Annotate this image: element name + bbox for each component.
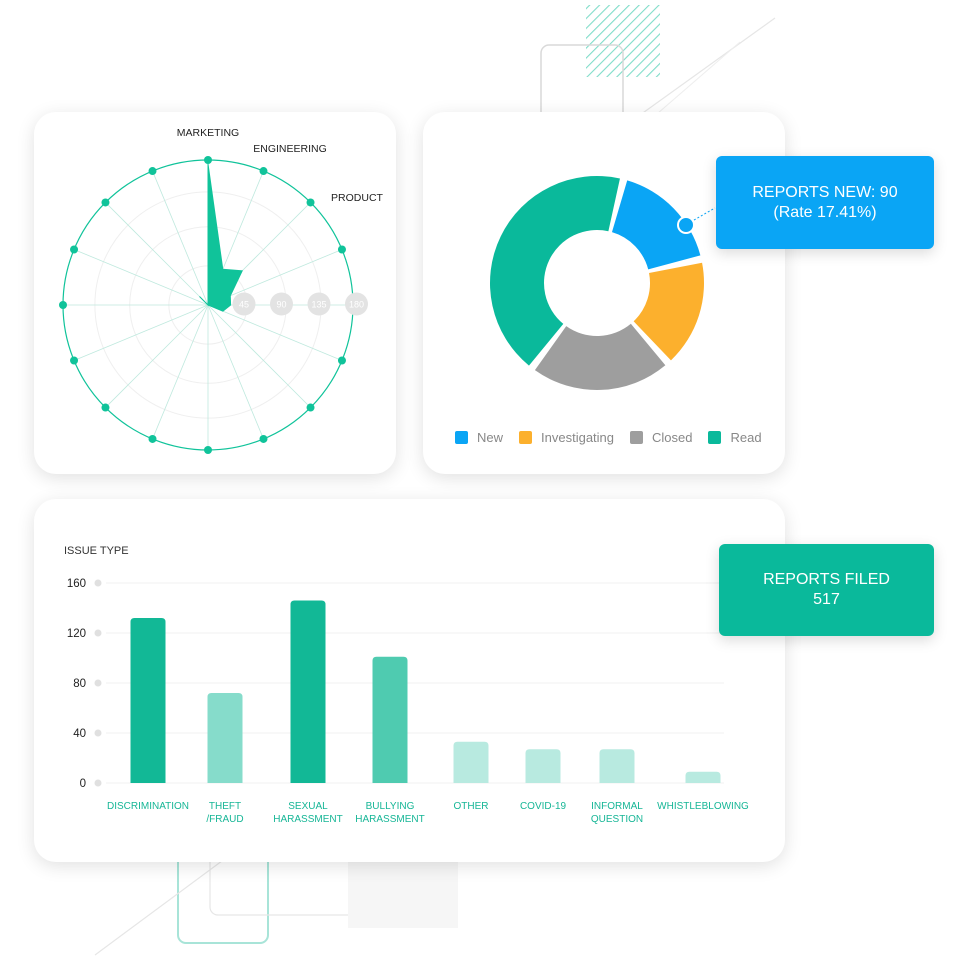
y-tick-label: 40 bbox=[73, 728, 86, 740]
legend-item-closed[interactable]: Closed bbox=[630, 430, 692, 445]
radar-spoke bbox=[73, 304, 209, 361]
radar-vertex-dot bbox=[306, 403, 315, 412]
y-tick-label: 160 bbox=[67, 578, 86, 590]
radar-scale-label: 135 bbox=[311, 300, 326, 310]
bar-0 bbox=[130, 618, 166, 783]
radar-vertex-dot bbox=[70, 356, 79, 365]
radar-vertex-dot bbox=[101, 403, 110, 412]
bar-5 bbox=[525, 749, 561, 783]
radar-vertex-dot bbox=[148, 434, 157, 443]
legend-swatch bbox=[455, 430, 468, 444]
radar-axis-label-engineering: ENGINEERING bbox=[253, 143, 327, 155]
radar-vertex-dot bbox=[101, 198, 110, 207]
callout-title: REPORTS NEW: 90 bbox=[752, 183, 898, 201]
donut-hole bbox=[546, 232, 648, 334]
legend-label: Closed bbox=[652, 429, 693, 445]
legend-item-investigating[interactable]: Investigating bbox=[519, 430, 614, 445]
legend-item-new[interactable]: New bbox=[455, 430, 503, 445]
bar-4 bbox=[453, 741, 489, 783]
bar-1 bbox=[207, 693, 243, 783]
reports-new-callout: REPORTS NEW: 90 (Rate 17.41%) bbox=[716, 156, 934, 249]
bar-3 bbox=[372, 656, 408, 783]
radar-spoke bbox=[207, 304, 311, 408]
legend-label: Read bbox=[730, 429, 762, 445]
callout-anchor-dot bbox=[677, 216, 695, 234]
radar-vertex-dot bbox=[259, 167, 268, 176]
y-tick-dot bbox=[94, 679, 102, 687]
legend-item-read[interactable]: Read bbox=[708, 429, 762, 445]
donut-legend: New Investigating Closed Read bbox=[455, 427, 778, 447]
bar-7 bbox=[685, 771, 721, 783]
radar-axis-label-product: PRODUCT bbox=[331, 192, 384, 204]
legend-swatch bbox=[519, 430, 533, 444]
radar-vertex-dot bbox=[337, 245, 346, 254]
y-tick-dot bbox=[94, 629, 102, 637]
y-tick-dot bbox=[94, 579, 102, 587]
summary-title: REPORTS FILED bbox=[763, 571, 890, 588]
radar-vertex-dot bbox=[59, 301, 67, 309]
radar-scale-label: 45 bbox=[239, 300, 249, 310]
legend-label: New bbox=[477, 429, 504, 445]
radar-spoke bbox=[207, 304, 264, 440]
radar-vertex-dot bbox=[204, 446, 212, 454]
y-tick-label: 120 bbox=[67, 628, 86, 640]
radar-vertex-dot bbox=[70, 245, 79, 254]
radar-spoke bbox=[73, 249, 209, 306]
radar-vertex-dot bbox=[337, 356, 346, 365]
y-tick-label: 80 bbox=[73, 678, 86, 690]
radar-spoke bbox=[152, 304, 209, 440]
radar-spoke bbox=[105, 304, 209, 408]
radar-vertex-dot bbox=[148, 167, 157, 176]
radar-axis-label-marketing: MARKETING bbox=[177, 127, 239, 139]
radar-spoke bbox=[105, 202, 209, 306]
legend-swatch bbox=[708, 430, 722, 444]
radar-vertex-dot bbox=[204, 156, 212, 164]
y-tick-label: 0 bbox=[80, 778, 86, 790]
bar-chart-title: ISSUE TYPE bbox=[64, 545, 129, 557]
y-tick-dot bbox=[94, 729, 102, 737]
callout-rate: (Rate 17.41%) bbox=[773, 203, 877, 221]
reports-filed-callout: REPORTS FILED 517 bbox=[719, 544, 934, 636]
radar-chart: 45 90 135 180 MARKETING ENGINEERING PRODUCT bbox=[59, 127, 384, 454]
summary-value: 517 bbox=[813, 591, 840, 608]
bar-2 bbox=[290, 600, 326, 783]
bar-6 bbox=[599, 749, 635, 783]
radar-scale-label: 90 bbox=[276, 300, 286, 310]
y-tick-dot bbox=[94, 779, 102, 787]
radar-scale-label: 180 bbox=[349, 300, 364, 310]
radar-vertex-dot bbox=[259, 434, 268, 443]
radar-chart-card: 45 90 135 180 MARKETING ENGINEERING PRODUCT bbox=[34, 112, 396, 474]
radar-vertex-dot bbox=[306, 198, 315, 207]
legend-swatch bbox=[630, 430, 644, 444]
x-tick-label: WHISTLEBLOWING bbox=[657, 801, 749, 812]
legend-label: Investigating bbox=[541, 429, 615, 445]
radar-spoke bbox=[152, 170, 209, 306]
